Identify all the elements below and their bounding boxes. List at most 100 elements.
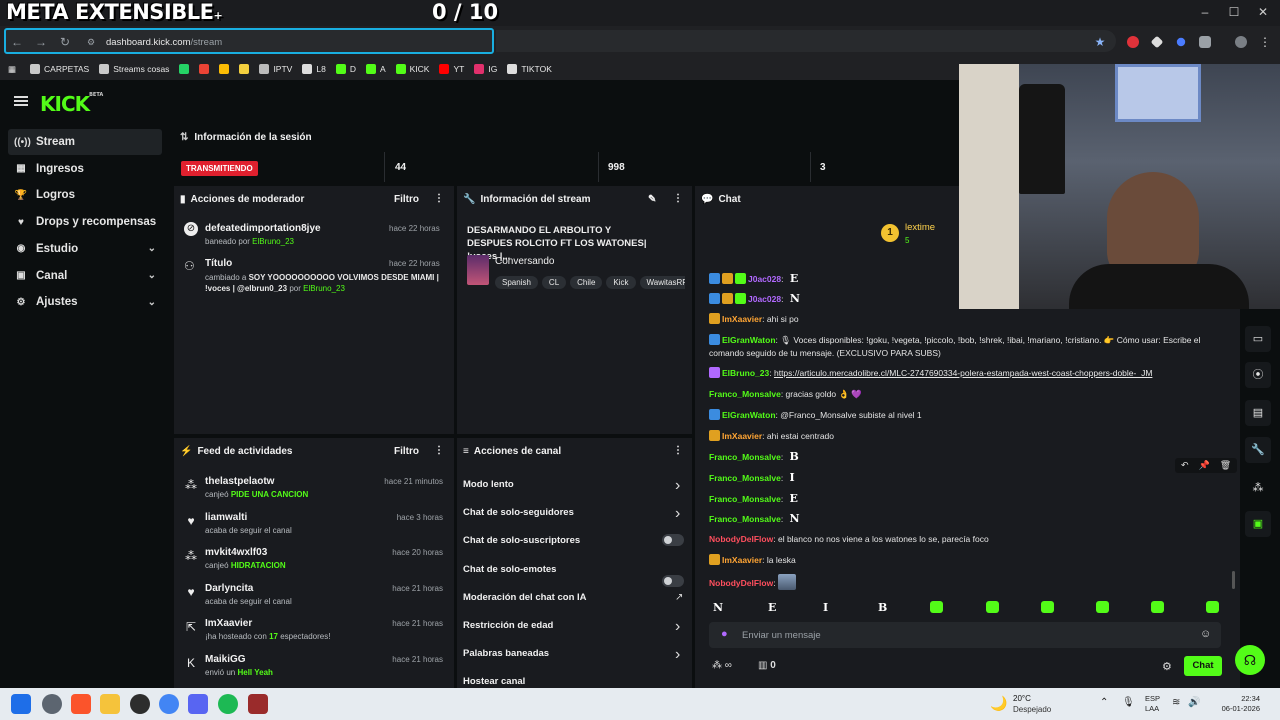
kick-emote-icon[interactable]	[1206, 601, 1219, 613]
bookmark-item[interactable]: IPTV	[259, 64, 292, 74]
sidebar-item-stream[interactable]: ((•)) Stream	[8, 129, 162, 155]
tag[interactable]: Spanish	[495, 276, 538, 289]
channel-action-palabras-baneadas[interactable]: Palabras baneadas	[463, 648, 549, 659]
chat-settings-icon[interactable]: ⚙	[1162, 660, 1172, 673]
browser-menu-icon[interactable]: ⋮	[1258, 35, 1272, 49]
bookmark-item[interactable]	[199, 64, 210, 74]
chat-username[interactable]: ElGranWaton	[722, 335, 776, 345]
kick-emote-icon[interactable]	[1151, 601, 1164, 613]
channel-action-restricción-de-edad[interactable]: Restricción de edad	[463, 620, 553, 631]
kick-emote-icon[interactable]	[1096, 601, 1109, 613]
bookmark-item[interactable]	[239, 64, 250, 74]
obs-icon[interactable]	[130, 694, 150, 714]
stream-more-icon[interactable]: ⋮	[673, 193, 683, 204]
chat-username[interactable]: ImXaavier	[722, 431, 762, 441]
brave-icon[interactable]	[71, 694, 91, 714]
edit-stream-icon[interactable]: ✎	[648, 194, 656, 205]
wifi-icon[interactable]: ≋	[1172, 697, 1180, 708]
bookmark-item[interactable]: TIKTOK	[507, 64, 552, 74]
chat-username[interactable]: ImXaavier	[722, 555, 762, 565]
app-icon[interactable]	[248, 694, 268, 714]
bookmark-star-icon[interactable]: ★	[1093, 35, 1107, 49]
chat-link[interactable]: https://articulo.mercadolibre.cl/MLC-274…	[774, 368, 1152, 378]
back-icon[interactable]: ←	[10, 35, 24, 49]
bookmark-item[interactable]: CARPETAS	[30, 64, 89, 74]
rail-broadcast-icon[interactable]: ⦿	[1245, 362, 1271, 388]
bookmark-item[interactable]: A	[365, 64, 386, 74]
chat-input[interactable]: ● Enviar un mensaje ☺	[709, 622, 1221, 648]
activity-user[interactable]: mvkit4wxlf03	[205, 547, 267, 558]
menu-hamburger-icon[interactable]	[14, 96, 28, 106]
discord-icon[interactable]	[188, 694, 208, 714]
extensions-puzzle-icon[interactable]	[1199, 36, 1211, 48]
chevron-down-icon[interactable]: ⌄	[148, 270, 156, 281]
channel-action-hostear-canal[interactable]: Hostear canal	[463, 676, 525, 687]
channel-action-chat-de-solo-emotes[interactable]: Chat de solo-emotes	[463, 564, 556, 575]
mic-icon[interactable]: ●	[721, 628, 728, 640]
explorer-icon[interactable]	[100, 694, 120, 714]
chat-username[interactable]: Franco_Monsalve	[709, 452, 781, 462]
address-bar-extension[interactable]	[496, 30, 1116, 52]
channel-action-modo-lento[interactable]: Modo lento	[463, 479, 514, 490]
bookmark-item[interactable]: YT	[439, 64, 464, 74]
chat-username[interactable]: ElGranWaton	[722, 410, 776, 420]
rail-wrench-icon[interactable]: 🔧	[1245, 437, 1271, 463]
kick-emote-icon[interactable]	[930, 601, 943, 613]
apps-grid-icon[interactable]: ▦	[8, 64, 16, 75]
sidebar-item-ajustes[interactable]: ⚙ Ajustes ⌄	[8, 289, 162, 315]
chevron-right-icon[interactable]: ›	[675, 477, 680, 495]
bookmark-item[interactable]: D	[335, 64, 356, 74]
chevron-right-icon[interactable]: ›	[675, 618, 680, 636]
chevron-right-icon[interactable]: ›	[675, 505, 680, 523]
sidebar-item-drops-y-recompensas[interactable]: ♥ Drops y recompensas	[8, 209, 162, 235]
site-info-icon[interactable]: ⚙	[84, 35, 98, 49]
chat-username[interactable]: ImXaavier	[722, 314, 762, 324]
chat-username[interactable]: J0ac028	[748, 274, 781, 284]
settings-app-icon[interactable]	[42, 694, 62, 714]
kick-logo[interactable]: KICKBETA	[40, 92, 103, 116]
chat-username[interactable]: J0ac028	[748, 294, 781, 304]
bookmark-item[interactable]	[179, 64, 190, 74]
top-gifter-name[interactable]: lextime	[905, 222, 935, 233]
mic-tray-icon[interactable]: 🎙	[1122, 697, 1135, 708]
chevron-down-icon[interactable]: ⌄	[148, 243, 156, 254]
bookmark-item[interactable]: KICK	[395, 64, 429, 74]
activity-user[interactable]: ImXaavier	[205, 618, 252, 629]
chrome-icon[interactable]	[159, 694, 179, 714]
chevron-right-icon[interactable]: ›	[675, 646, 680, 664]
channel-action-chat-de-solo-suscriptores[interactable]: Chat de solo-suscriptores	[463, 535, 580, 546]
sidebar-item-ingresos[interactable]: ▦ Ingresos	[8, 156, 162, 182]
channel-action-moderación-del-chat-con-ia[interactable]: Moderación del chat con IA	[463, 592, 587, 603]
activity-more-icon[interactable]: ⋮	[434, 445, 444, 456]
forward-icon[interactable]: →	[34, 35, 48, 49]
mod-more-icon[interactable]: ⋮	[434, 193, 444, 204]
rail-queue-icon[interactable]: ▤	[1245, 400, 1271, 426]
extension-audio-icon[interactable]	[1176, 37, 1186, 47]
chat-username[interactable]: NobodyDelFlow	[709, 578, 773, 588]
activity-user[interactable]: MaikiGG	[205, 654, 246, 665]
external-link-icon[interactable]: ↗	[675, 592, 683, 603]
tag[interactable]: CL	[541, 276, 567, 289]
toggle-switch[interactable]	[662, 574, 684, 587]
extension-record-icon[interactable]	[1127, 36, 1139, 48]
spotify-icon[interactable]	[218, 694, 238, 714]
rail-points-icon[interactable]: ⁂	[1245, 475, 1271, 501]
rail-extension-icon[interactable]: ▣	[1245, 511, 1271, 537]
emote-letter-b[interactable]: B	[878, 601, 887, 614]
bookmark-item[interactable]: IG	[474, 64, 497, 74]
tag[interactable]: Chile	[570, 276, 603, 289]
tag[interactable]: Kick	[606, 276, 636, 289]
chat-scrollbar[interactable]	[1232, 571, 1235, 589]
bookmark-item[interactable]: Streams cosas	[99, 64, 169, 74]
bookmark-item[interactable]	[219, 64, 230, 74]
address-bar[interactable]: ← → ↻ ⚙ dashboard.kick.com/stream	[4, 28, 494, 54]
emote-letter-i[interactable]: I	[823, 601, 828, 614]
emote-letter-n[interactable]: N	[713, 601, 723, 614]
bookmark-item[interactable]: L8	[302, 64, 326, 74]
sidebar-item-estudio[interactable]: ◉ Estudio ⌄	[8, 236, 162, 262]
volume-icon[interactable]: 🔊	[1188, 697, 1200, 708]
start-icon[interactable]	[11, 694, 31, 714]
category-name[interactable]: Conversando	[495, 256, 554, 267]
close-window-button[interactable]: ✕	[1255, 4, 1271, 20]
sidebar-item-logros[interactable]: 🏆 Logros	[8, 182, 162, 208]
